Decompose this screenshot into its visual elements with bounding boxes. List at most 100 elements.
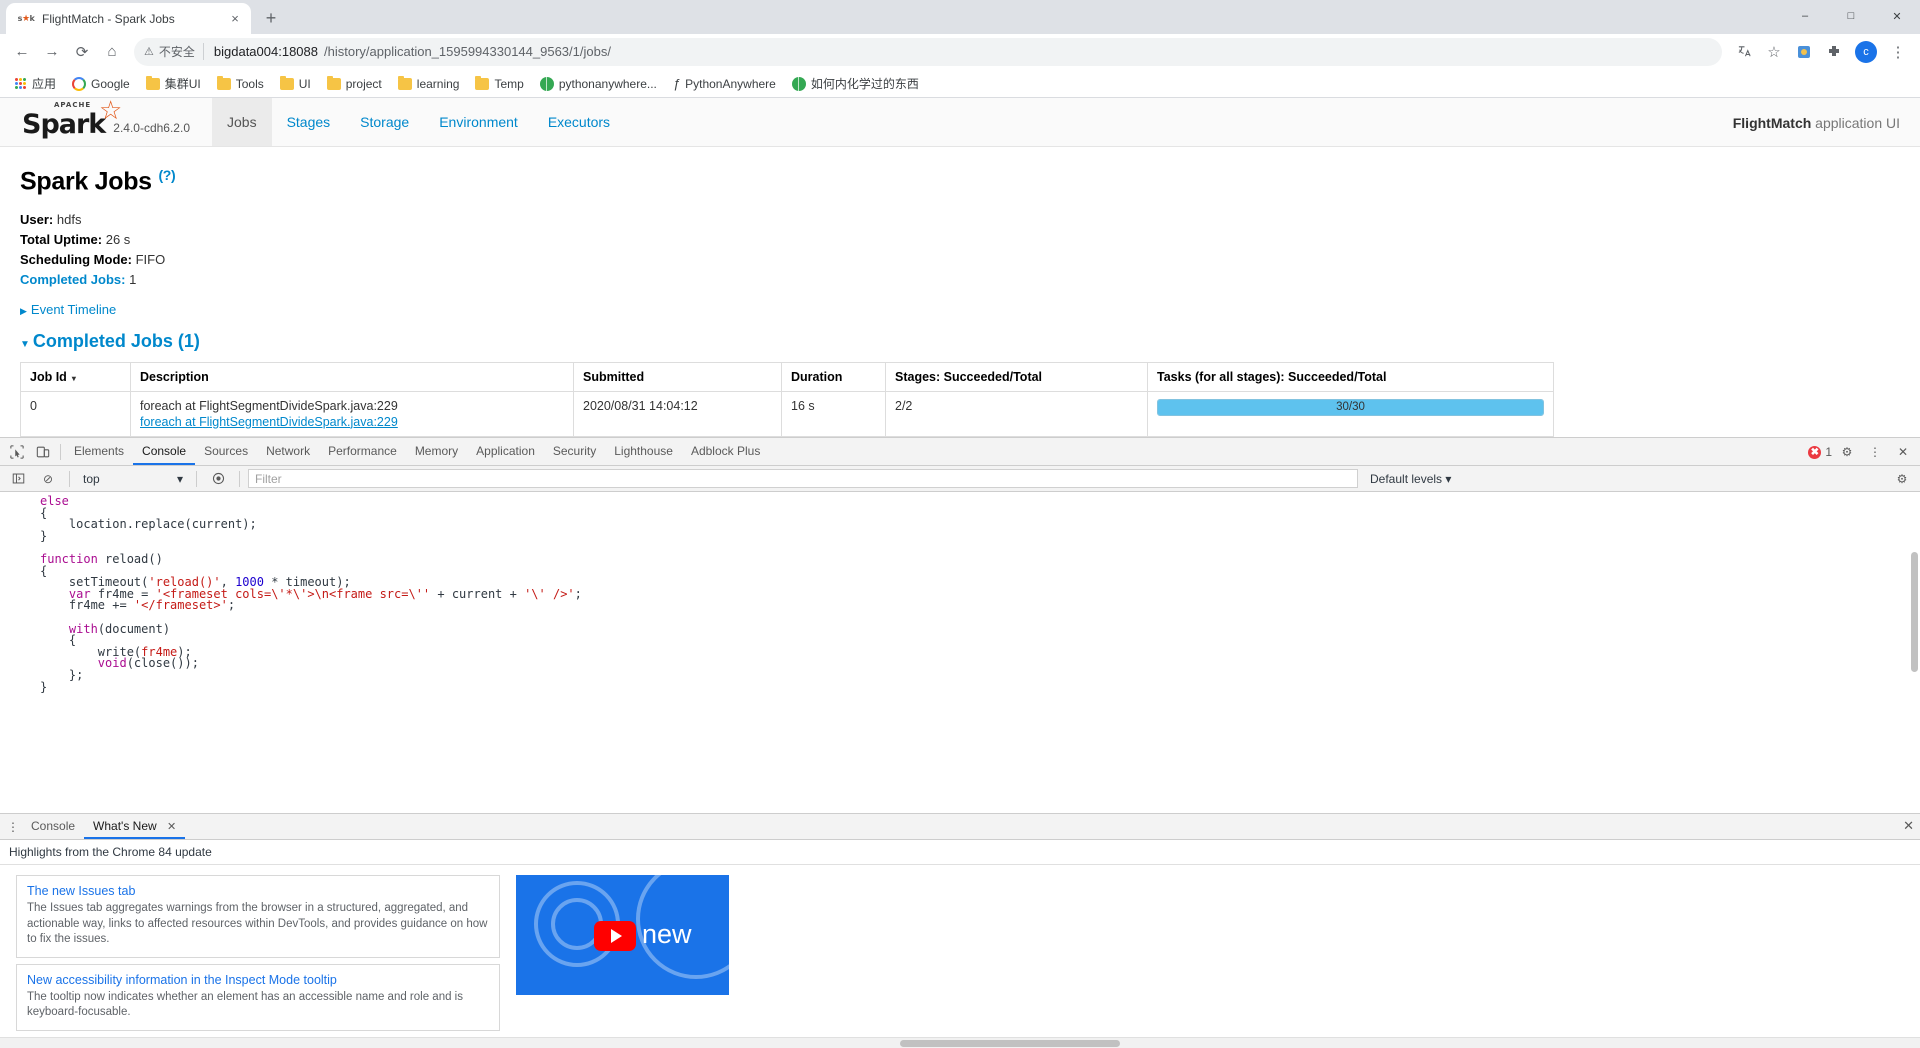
tab-console[interactable]: Console	[133, 438, 196, 465]
meta-label[interactable]: Completed Jobs:	[20, 272, 125, 287]
tab-elements[interactable]: Elements	[65, 438, 133, 465]
profile-avatar[interactable]: c	[1855, 40, 1877, 63]
spark-tab-jobs[interactable]: Jobs	[212, 98, 272, 146]
clear-console-icon[interactable]: ⊘	[35, 466, 61, 492]
extensions-icon[interactable]	[1820, 38, 1848, 66]
drawer-tab-console[interactable]: Console	[22, 814, 84, 839]
security-indicator[interactable]: ⚠ 不安全	[144, 43, 204, 60]
tab-sources[interactable]: Sources	[195, 438, 257, 465]
tab-network[interactable]: Network	[257, 438, 319, 465]
card-title[interactable]: The new Issues tab	[27, 884, 489, 898]
reload-icon[interactable]: ⟳	[68, 38, 96, 66]
new-tab-button[interactable]: +	[257, 4, 285, 32]
log-levels-select[interactable]: Default levels ▾	[1370, 472, 1451, 486]
spark-tab-stages[interactable]: Stages	[272, 98, 346, 146]
bookmark-label: Temp	[494, 76, 524, 91]
help-icon[interactable]: (?)	[158, 167, 175, 183]
drawer-close-icon[interactable]: ✕	[1903, 818, 1914, 834]
description-link[interactable]: foreach at FlightSegmentDivideSpark.java…	[140, 415, 564, 429]
drawer-tab-whats-new[interactable]: What's New ✕	[84, 814, 186, 840]
inspect-element-icon[interactable]	[4, 439, 30, 465]
tab-security[interactable]: Security	[544, 438, 605, 465]
close-icon[interactable]: ✕	[167, 821, 176, 833]
home-icon[interactable]: ⌂	[98, 38, 126, 66]
event-timeline-toggle[interactable]: ▶ Event Timeline	[20, 302, 1900, 317]
completed-jobs-section-header[interactable]: ▼ Completed Jobs (1)	[20, 331, 1900, 352]
bookmark-apps[interactable]: 应用	[8, 72, 63, 95]
col-submitted[interactable]: Submitted	[573, 361, 782, 392]
sort-caret-icon: ▾	[71, 373, 76, 383]
bookmark-folder-learning[interactable]: learning	[391, 74, 467, 94]
horizontal-scrollbar-thumb[interactable]	[900, 1040, 1120, 1047]
spark-tab-environment[interactable]: Environment	[424, 98, 533, 146]
tab-lighthouse[interactable]: Lighthouse	[605, 438, 682, 465]
device-toolbar-icon[interactable]	[30, 439, 56, 465]
console-output[interactable]: else{ location.replace(current);} functi…	[0, 492, 1920, 815]
bookmark-folder-temp[interactable]: Temp	[468, 74, 530, 94]
col-description[interactable]: Description	[130, 361, 574, 392]
horizontal-scrollbar[interactable]	[0, 1037, 1920, 1048]
browser-menu-icon[interactable]: ⋮	[1884, 38, 1912, 66]
card-title[interactable]: New accessibility information in the Ins…	[27, 973, 489, 987]
extension-puzzle-icon[interactable]	[1790, 38, 1818, 66]
youtube-play-icon[interactable]	[594, 921, 636, 952]
warning-triangle-icon: ⚠	[144, 46, 154, 58]
spark-tab-storage[interactable]: Storage	[345, 98, 424, 146]
context-value: top	[83, 471, 100, 486]
live-expression-icon[interactable]	[205, 466, 231, 492]
console-code-line: void(close());	[97, 656, 199, 671]
execution-context-select[interactable]: top ▾	[78, 469, 188, 488]
bookmark-pythonanywhere-2[interactable]: ƒ PythonAnywhere	[666, 73, 783, 94]
console-sidebar-icon[interactable]	[5, 466, 31, 492]
minimize-button[interactable]: –	[1782, 0, 1828, 32]
translate-icon[interactable]	[1730, 38, 1758, 66]
bookmark-label: learning	[416, 76, 460, 91]
console-code-line: with(document)	[68, 621, 171, 636]
progress-label: 30/30	[1336, 401, 1365, 414]
col-stages[interactable]: Stages: Succeeded/Total	[885, 361, 1148, 392]
tab-application[interactable]: Application	[467, 438, 544, 465]
drawer-tab-label: What's New	[93, 819, 157, 834]
spark-application-name: FlightMatch application UI	[1733, 115, 1900, 131]
back-icon[interactable]: ←	[8, 38, 36, 66]
bookmark-pythonanywhere-1[interactable]: pythonanywhere...	[533, 74, 664, 94]
maximize-button[interactable]: □	[1828, 0, 1874, 32]
filter-input[interactable]: Filter	[248, 469, 1358, 488]
tab-adblock-plus[interactable]: Adblock Plus	[682, 438, 769, 465]
whats-new-video-thumbnail[interactable]: new	[516, 875, 729, 996]
close-window-button[interactable]: ✕	[1874, 0, 1920, 32]
devtools-more-icon[interactable]: ⋮	[1862, 439, 1888, 465]
forward-icon[interactable]: →	[38, 38, 66, 66]
tab-memory[interactable]: Memory	[406, 438, 467, 465]
console-scrollbar-thumb[interactable]	[1911, 552, 1918, 672]
devtools-close-icon[interactable]: ✕	[1890, 439, 1916, 465]
bookmark-folder-project[interactable]: project	[320, 74, 389, 94]
bookmark-folder-tools[interactable]: Tools	[210, 74, 271, 94]
bookmark-folder-ui[interactable]: UI	[273, 74, 318, 94]
col-duration[interactable]: Duration	[781, 361, 886, 392]
address-bar[interactable]: ⚠ 不安全 bigdata004:18088/history/applicati…	[134, 37, 1722, 66]
whats-new-card[interactable]: The new Issues tab The Issues tab aggreg…	[16, 875, 500, 958]
whats-new-card[interactable]: New accessibility information in the Ins…	[16, 963, 500, 1031]
bookmark-cn-link[interactable]: 如何内化学过的东西	[785, 72, 926, 95]
error-count-badge[interactable]: ✖ 1	[1808, 445, 1832, 459]
col-job-id[interactable]: Job Id ▾	[20, 361, 131, 392]
meta-completed-jobs[interactable]: Completed Jobs: 1	[20, 270, 1900, 290]
bookmark-folder-cluster-ui[interactable]: 集群UI	[139, 72, 208, 95]
spark-logo[interactable]: APACHE Spark ☆ 2.4.0-cdh6.2.0	[0, 98, 212, 146]
error-dot-icon: ✖	[1808, 445, 1822, 459]
tab-close-icon[interactable]: ×	[227, 11, 243, 27]
bookmark-google[interactable]: Google	[65, 74, 137, 94]
tab-performance[interactable]: Performance	[319, 438, 406, 465]
bookmark-star-icon[interactable]: ☆	[1760, 38, 1788, 66]
spark-tab-executors[interactable]: Executors	[533, 98, 625, 146]
drawer-more-icon[interactable]: ⋮	[4, 820, 22, 834]
devtools-settings-icon[interactable]: ⚙	[1834, 439, 1860, 465]
console-settings-icon[interactable]: ⚙	[1889, 466, 1915, 492]
event-timeline-link[interactable]: ▶ Event Timeline	[20, 302, 116, 317]
folder-icon	[279, 75, 294, 90]
spark-version: 2.4.0-cdh6.2.0	[113, 121, 190, 135]
col-tasks[interactable]: Tasks (for all stages): Succeeded/Total	[1147, 361, 1554, 392]
folder-icon	[326, 75, 341, 90]
browser-tab[interactable]: s ★ k FlightMatch - Spark Jobs ×	[6, 3, 251, 34]
